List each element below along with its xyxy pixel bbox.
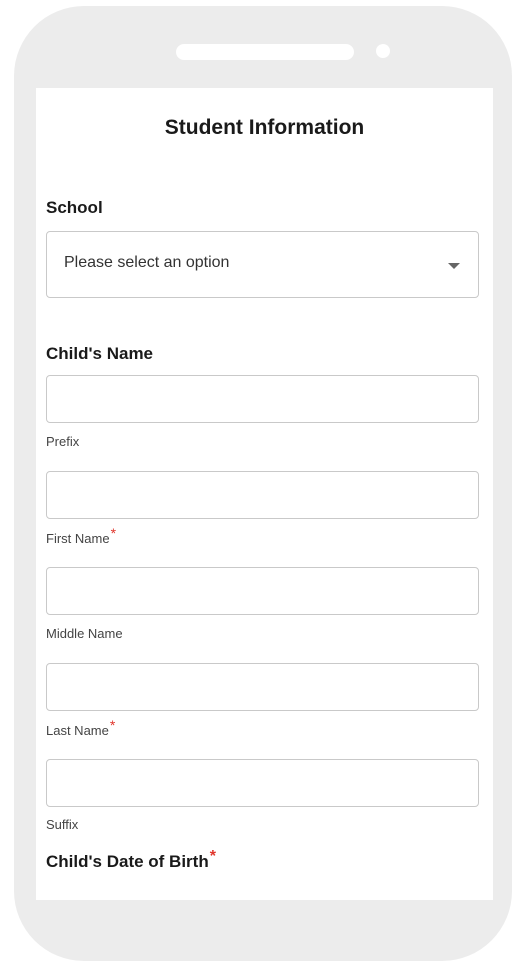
dob-label: Child's Date of Birth* xyxy=(46,848,216,871)
middle-name-input[interactable] xyxy=(46,567,479,615)
suffix-input[interactable] xyxy=(46,759,479,807)
school-select-value: Please select an option xyxy=(64,254,230,271)
prefix-label: Prefix xyxy=(46,434,80,449)
phone-screen: Student Information School Please select… xyxy=(36,88,493,900)
suffix-label: Suffix xyxy=(46,817,79,832)
prefix-input[interactable] xyxy=(46,375,479,423)
required-marker: * xyxy=(109,717,116,733)
first-name-input[interactable] xyxy=(46,471,479,519)
first-name-label: First Name* xyxy=(46,525,117,546)
school-label: School xyxy=(46,198,103,217)
phone-camera xyxy=(376,44,390,58)
phone-speaker xyxy=(176,44,354,60)
phone-frame: Student Information School Please select… xyxy=(14,6,512,961)
form-title: Student Information xyxy=(164,116,365,139)
caret-down-icon xyxy=(448,263,460,269)
last-name-input[interactable] xyxy=(46,663,479,711)
last-name-label: Last Name* xyxy=(46,717,116,738)
middle-name-label: Middle Name xyxy=(46,626,123,641)
school-select[interactable]: Please select an option xyxy=(46,231,479,298)
required-marker: * xyxy=(110,525,117,541)
required-marker: * xyxy=(209,848,216,865)
childs-name-label: Child's Name xyxy=(46,344,154,363)
